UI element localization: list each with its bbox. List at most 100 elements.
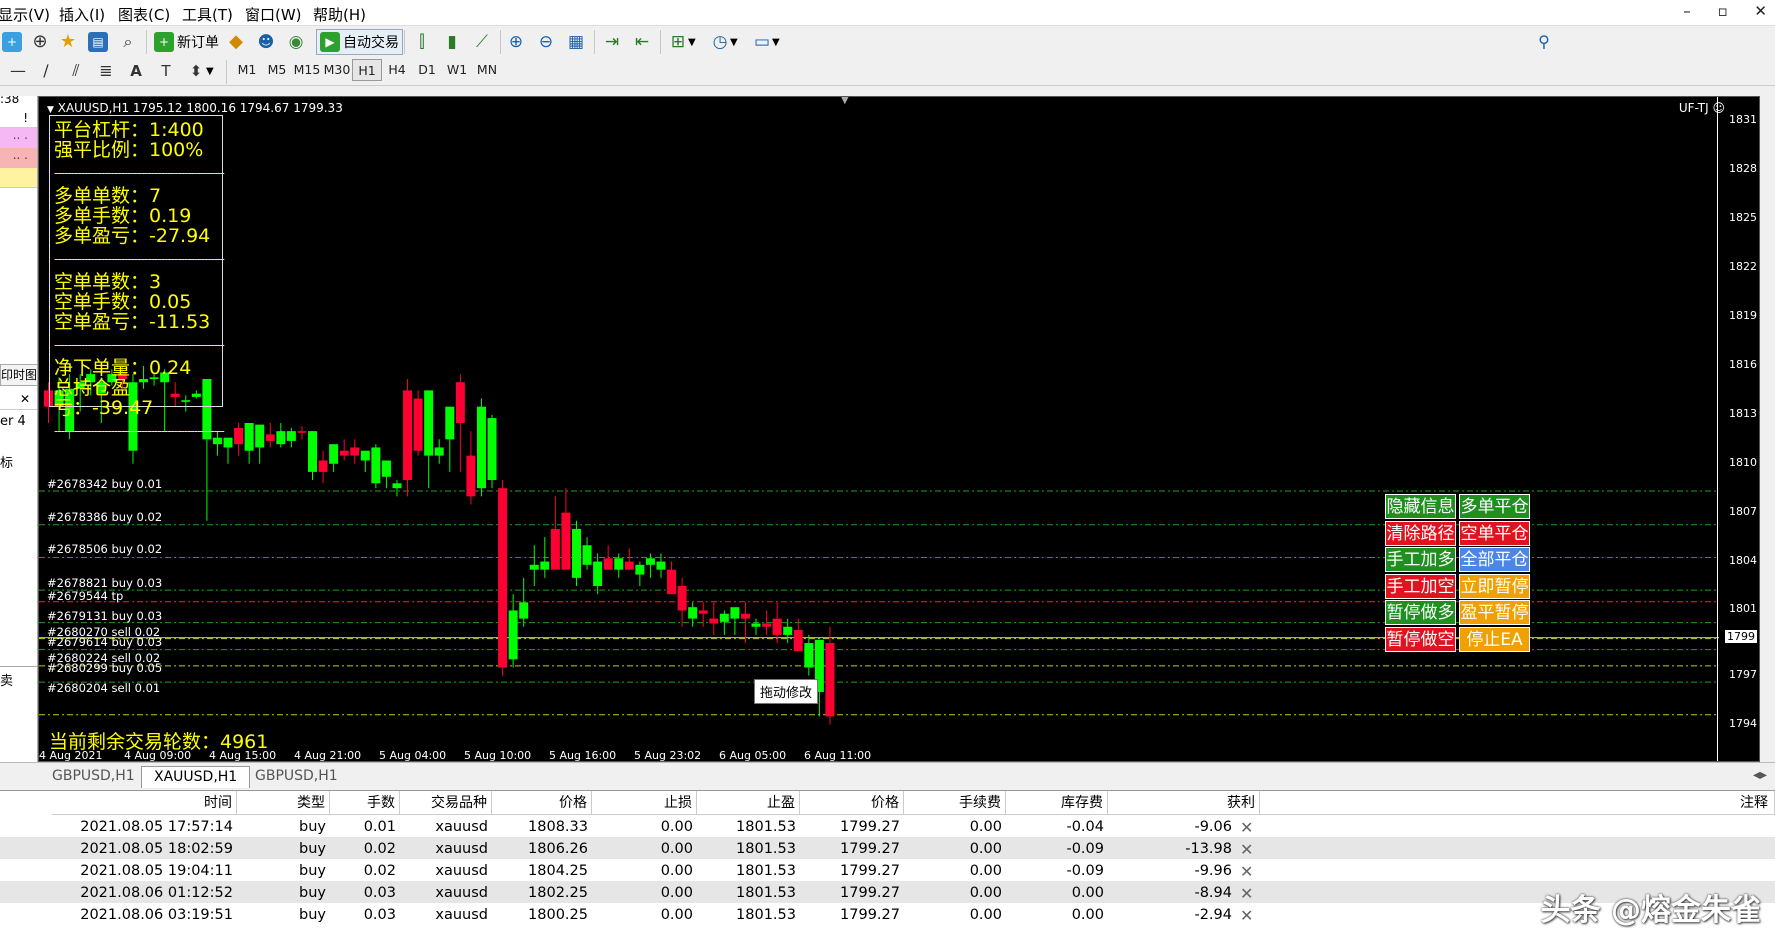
tab-xauusd[interactable]: XAUUSD,H1 [141,766,251,788]
column-header[interactable]: 手续费 [904,791,1006,815]
horizontal-line-button[interactable]: — [8,58,28,84]
column-header[interactable]: 类型 [237,791,330,815]
new-chart-button[interactable]: + [2,29,22,55]
ea-button-11[interactable]: 停止EA [1459,626,1530,652]
column-header[interactable]: 价格 [800,791,904,815]
timeframe-w1[interactable]: W1 [442,59,472,81]
tick-chart-tab[interactable]: 印时图 [0,364,37,386]
chart-shift-marker[interactable]: ▼ [841,97,849,106]
close-button[interactable]: ✕ [1754,2,1767,20]
templates-button[interactable]: ▭ ▼ [752,29,780,55]
tabs-scroll-icon[interactable]: ◂▸ [1753,767,1767,783]
tile-windows-button[interactable]: ▦ [566,29,586,55]
tab-gbpusd[interactable]: GBPUSD,H1 [40,766,147,788]
watch-row[interactable] [0,168,37,188]
bar-chart-button[interactable]: ⫿ [412,29,432,55]
search-button[interactable]: ⚲ [1534,29,1554,55]
tester-button[interactable]: ⌕ [118,29,138,55]
order-label[interactable]: #2679614 buy 0.03 [47,635,162,649]
column-header[interactable]: 止盈 [697,791,800,815]
label-button[interactable]: T [156,58,176,84]
ea-button-7[interactable]: 立即暂停 [1459,573,1530,599]
ea-button-2[interactable]: 清除路径 [1385,520,1456,546]
close-order-icon[interactable]: ✕ [1240,903,1253,928]
column-header[interactable]: 注释 [1260,791,1775,815]
watch-row[interactable]: .. . [0,148,37,168]
ea-button-9[interactable]: 盈平暂停 [1459,600,1530,625]
crosshair-button[interactable]: ⊕ [30,29,50,55]
timeframe-m30[interactable]: M30 [322,59,352,81]
menu-window[interactable]: 窗口(W) [245,4,302,25]
column-header[interactable]: 价格 [492,791,592,815]
order-label[interactable]: #2678506 buy 0.02 [47,542,162,556]
column-header[interactable]: 手数 [330,791,400,815]
fibonacci-button[interactable]: ≣ [96,58,116,84]
candle-body [635,564,645,575]
navigator-button[interactable]: ▤ [88,29,108,55]
ea-button-5[interactable]: 全部平仓 [1459,547,1530,572]
autoscroll-button[interactable]: ⇥ [602,29,622,55]
order-label[interactable]: #2678386 buy 0.02 [47,510,162,524]
market-button[interactable]: ◉ [286,29,306,55]
column-header[interactable]: 库存费 [1006,791,1108,815]
channel-button[interactable]: ⫽ [66,58,86,84]
tab-gbpusd-2[interactable]: GBPUSD,H1 [243,766,350,788]
new-order-button[interactable]: + 新订单 [154,29,219,55]
text-icon: A [130,62,142,80]
chart-menu-icon[interactable]: ▼ [47,105,54,115]
timeframe-m5[interactable]: M5 [262,59,292,81]
timeframe-h4[interactable]: H4 [382,59,412,81]
ea-button-10[interactable]: 暂停做空 [1385,626,1456,652]
timeframe-m15[interactable]: M15 [292,59,322,81]
ea-button-1[interactable]: 多单平仓 [1459,494,1530,519]
watch-row[interactable]: .. . [0,128,37,148]
menu-tools[interactable]: 工具(T) [182,4,233,25]
menu-view[interactable]: 显示(V) [0,4,50,25]
column-header[interactable]: 交易品种 [400,791,492,815]
trade-tab[interactable]: 卖 [0,670,13,689]
favorites-button[interactable]: ★ [58,29,78,55]
order-label[interactable]: #2679131 buy 0.03 [47,609,162,623]
column-header[interactable]: 时间 [52,791,237,815]
menu-help[interactable]: 帮助(H) [313,4,366,25]
chart-shift-button[interactable]: ⇤ [632,29,652,55]
candle-chart-button[interactable]: ▮ [442,29,462,55]
order-label[interactable]: #2680204 sell 0.01 [47,681,160,695]
table-row[interactable]: 2021.08.06 03:19:51 buy 0.03 xauusd 1800.25 0… [0,903,1775,928]
timeframe-h1[interactable]: H1 [352,59,382,81]
navigator-close[interactable]: ✕ [0,392,37,410]
timeframe-mn[interactable]: MN [472,59,502,81]
column-header[interactable]: 获利 [1108,791,1260,815]
order-label[interactable]: #2680299 buy 0.05 [47,661,162,675]
trendline-button[interactable]: ∕ [36,58,56,84]
text-button[interactable]: A [126,58,146,84]
maximize-button[interactable]: ▫ [1717,2,1727,20]
line-chart-button[interactable]: ⟋ [472,29,492,55]
minimize-button[interactable]: – [1683,2,1691,20]
periods-button[interactable]: ◷ ▼ [710,29,738,55]
order-label[interactable]: #2679544 tp [47,589,123,603]
order-label[interactable]: #2678821 buy 0.03 [47,576,162,590]
order-label[interactable]: #2678342 buy 0.01 [47,477,162,491]
ea-button-8[interactable]: 暂停做多 [1385,600,1456,625]
menu-insert[interactable]: 插入(I) [59,4,105,25]
menu-charts[interactable]: 图表(C) [118,4,170,25]
zoom-in-button[interactable]: ⊕ [506,29,526,55]
arrows-button[interactable]: ⬍ ▼ [186,58,214,84]
expert-item[interactable]: er 4 [0,414,26,429]
price-chart[interactable]: ▼ XAUUSD,H1 1795.12 1800.16 1794.67 1799… [38,96,1760,762]
indicator-item[interactable]: 标 [0,452,13,471]
zoom-out-button[interactable]: ⊖ [536,29,556,55]
signals-button[interactable]: ☻ [256,29,276,55]
timeframe-d1[interactable]: D1 [412,59,442,81]
market-watch-button[interactable]: ◆ [226,29,246,55]
price-axis[interactable]: 1831 1828 1825 1822 1819 1816 1813 1810 1807 1804… [1717,97,1759,761]
timeframe-m1[interactable]: M1 [232,59,262,81]
column-header[interactable]: 止损 [592,791,697,815]
ea-button-6[interactable]: 手工加空 [1385,573,1456,599]
ea-button-3[interactable]: 空单平仓 [1459,520,1530,546]
ea-button-0[interactable]: 隐藏信息 [1385,494,1456,519]
auto-trading-button[interactable]: ▶ 自动交易 [316,29,403,55]
ea-button-4[interactable]: 手工加多 [1385,547,1456,572]
indicators-button[interactable]: ⊞ ▼ [668,29,696,55]
